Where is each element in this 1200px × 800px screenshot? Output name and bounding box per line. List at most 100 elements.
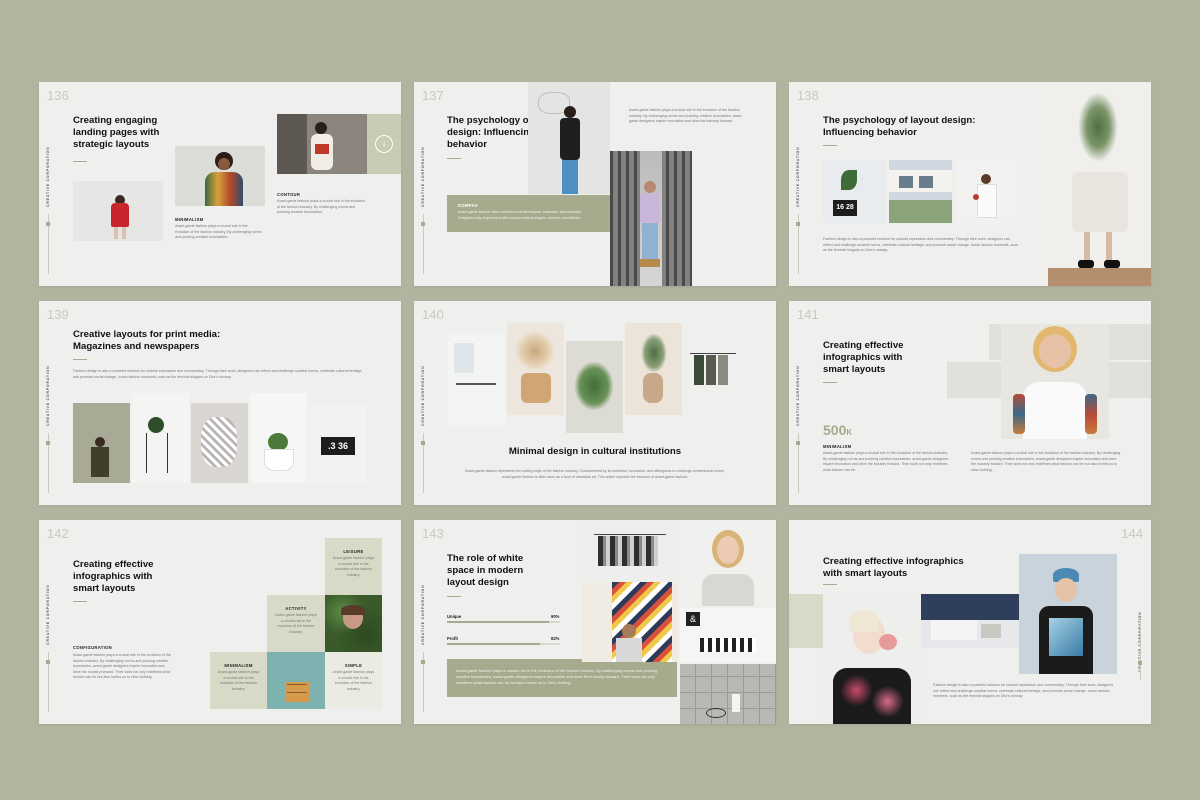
slide-142[interactable]: 142 CREATIVE CORPORATION Creating effect… <box>39 520 401 724</box>
accent-marker <box>1138 661 1142 665</box>
body-text: Avant-garde fashion plays a crucial role… <box>175 224 262 240</box>
photo-gloves <box>191 403 248 483</box>
clock-display: .3 36 <box>321 437 355 455</box>
brand-vertical-text: CREATIVE CORPORATION <box>421 584 425 645</box>
body-text: Avant-garde fashion plays a crucial role… <box>277 199 366 215</box>
title-underline <box>447 158 461 159</box>
title-underline <box>447 596 461 597</box>
box-body: Avant-garde fashion often involves novel… <box>458 210 582 220</box>
photo-woman-dress <box>277 114 367 174</box>
body-text: Avant-garde fashion plays a crucial role… <box>823 451 949 472</box>
tile-simple: SIMPLE Avant-garde fashion plays a cruci… <box>325 652 382 709</box>
slide-title: Creating effective infographics with sma… <box>823 556 964 579</box>
body-text: Fashion design is also a powerful medium… <box>73 369 363 379</box>
label-configuration: CONFIGURATION <box>73 645 112 650</box>
photo-red-hoodie <box>73 181 163 241</box>
slide-title: The role of white space in modern layout… <box>447 553 524 588</box>
tile-activity: ACTIVITY Avant-garde fashion plays a cru… <box>267 595 325 652</box>
brand-vertical-text: CREATIVE CORPORATION <box>421 146 425 207</box>
tile-minimalism: MINIMALISM Avant-garde fashion plays a c… <box>210 652 267 709</box>
slide-title: Creating effective infographics with sma… <box>823 340 904 375</box>
photo-building <box>889 160 952 223</box>
photo-man-wall <box>73 403 130 483</box>
body-text: Fashion design is also a powerful medium… <box>823 237 1019 253</box>
slide-141[interactable]: 141 CREATIVE CORPORATION Creating effect… <box>789 301 1151 505</box>
body-text: Avant-garde fashion plays a crucial role… <box>73 653 172 680</box>
slide-140[interactable]: 140 CREATIVE CORPORATION Minimal design … <box>414 301 776 505</box>
box-body: Avant-garde fashion plays a crucial role… <box>456 668 658 685</box>
title-underline <box>823 584 837 585</box>
slide-137[interactable]: 137 CREATIVE CORPORATION The psychology … <box>414 82 776 286</box>
brand-vertical-text: CREATIVE CORPORATION <box>46 146 50 207</box>
slide-number: 138 <box>797 88 819 103</box>
body-text: Avant-garde fashion plays a crucial role… <box>971 451 1121 472</box>
title-underline <box>73 359 87 360</box>
arrow-tile: ↓ <box>367 114 401 174</box>
photo-bedroom-navy <box>921 594 1019 648</box>
photo-man-bridge <box>610 151 692 286</box>
photo-room-plant <box>132 393 189 483</box>
accent-marker <box>421 660 425 664</box>
slide-title: The psychology of layout design: Influen… <box>823 115 976 138</box>
title-underline <box>823 145 837 146</box>
accent-box: Avant-garde fashion plays a crucial role… <box>447 659 677 697</box>
photo-woman-curly-hair <box>175 146 265 206</box>
label-minimalism: MINIMALISM <box>823 444 852 449</box>
slide-title: Minimal design in cultural institutions <box>508 446 682 457</box>
brand-vertical-text: CREATIVE CORPORATION <box>421 365 425 426</box>
slide-number: 141 <box>797 307 819 322</box>
slide-138[interactable]: 138 CREATIVE CORPORATION The psychology … <box>789 82 1151 286</box>
box-label: KOMPAS <box>458 203 478 208</box>
stat-value: 500K <box>823 422 853 438</box>
label-contour: CONTOUR <box>277 192 301 197</box>
title-underline <box>73 601 87 602</box>
photo-smiling-woman <box>1001 324 1109 439</box>
slide-title: Creating engaging landing pages with str… <box>73 115 160 150</box>
accent-block <box>789 594 823 648</box>
arrow-down-circle-icon[interactable]: ↓ <box>375 135 393 153</box>
slide-title: Creating effective infographics with sma… <box>73 559 154 594</box>
accent-marker <box>46 222 50 226</box>
photo-desk-clock: .3 36 <box>309 403 366 483</box>
photo-clothes-hangers <box>582 520 678 582</box>
brand-vertical-text: CREATIVE CORPORATION <box>796 365 800 426</box>
slide-143[interactable]: 143 CREATIVE CORPORATION The role of whi… <box>414 520 776 724</box>
body-text: Avant-garde fashion represents the cutti… <box>465 469 725 479</box>
slide-136[interactable]: 136 CREATIVE CORPORATION Creating engagi… <box>39 82 401 286</box>
clock-display: 16 28 <box>833 200 857 216</box>
accent-marker <box>796 222 800 226</box>
slide-number: 143 <box>422 526 444 541</box>
brand-vertical-text: CREATIVE CORPORATION <box>46 584 50 645</box>
accent-marker <box>796 441 800 445</box>
slide-144[interactable]: 144 CREATIVE CORPORATION Creating effect… <box>789 520 1151 724</box>
photo-legs-plant <box>1048 82 1151 286</box>
photo-clothes-rack <box>684 333 741 425</box>
photo-woman-flowers <box>955 160 1018 223</box>
body-text: Fashion design is also a powerful medium… <box>933 683 1114 699</box>
bar-label-unique: Unique <box>447 614 462 619</box>
slide-number: 136 <box>47 88 69 103</box>
ampersand-icon: & <box>686 612 700 626</box>
progress-bar-unique <box>447 621 560 623</box>
tile-leisure: LEISURE Avant-garde fashion plays a cruc… <box>325 538 382 595</box>
photo-cactus <box>250 393 307 483</box>
body-text: Avant-garde fashion plays a crucial role… <box>629 108 743 124</box>
photo-vase <box>625 323 682 415</box>
photo-man-beanie <box>1019 554 1117 674</box>
slide-title: Creative layouts for print media: Magazi… <box>73 329 221 352</box>
slide-number: 137 <box>422 88 444 103</box>
slide-139[interactable]: 139 CREATIVE CORPORATION Creative layout… <box>39 301 401 505</box>
divider <box>1140 620 1141 680</box>
accent-marker <box>421 222 425 226</box>
photo-young-woman <box>680 520 776 606</box>
slide-number: 140 <box>422 307 444 322</box>
progress-bar-profit <box>447 643 560 645</box>
title-underline <box>823 382 837 383</box>
label-minimalism: MINIMALISM <box>175 217 204 222</box>
accent-marker <box>46 441 50 445</box>
bar-value-unique: 90% <box>551 614 560 619</box>
photo-cabinet <box>267 652 325 709</box>
accent-marker <box>421 441 425 445</box>
photo-woman-leaves <box>325 595 382 652</box>
brand-vertical-text: CREATIVE CORPORATION <box>46 365 50 426</box>
